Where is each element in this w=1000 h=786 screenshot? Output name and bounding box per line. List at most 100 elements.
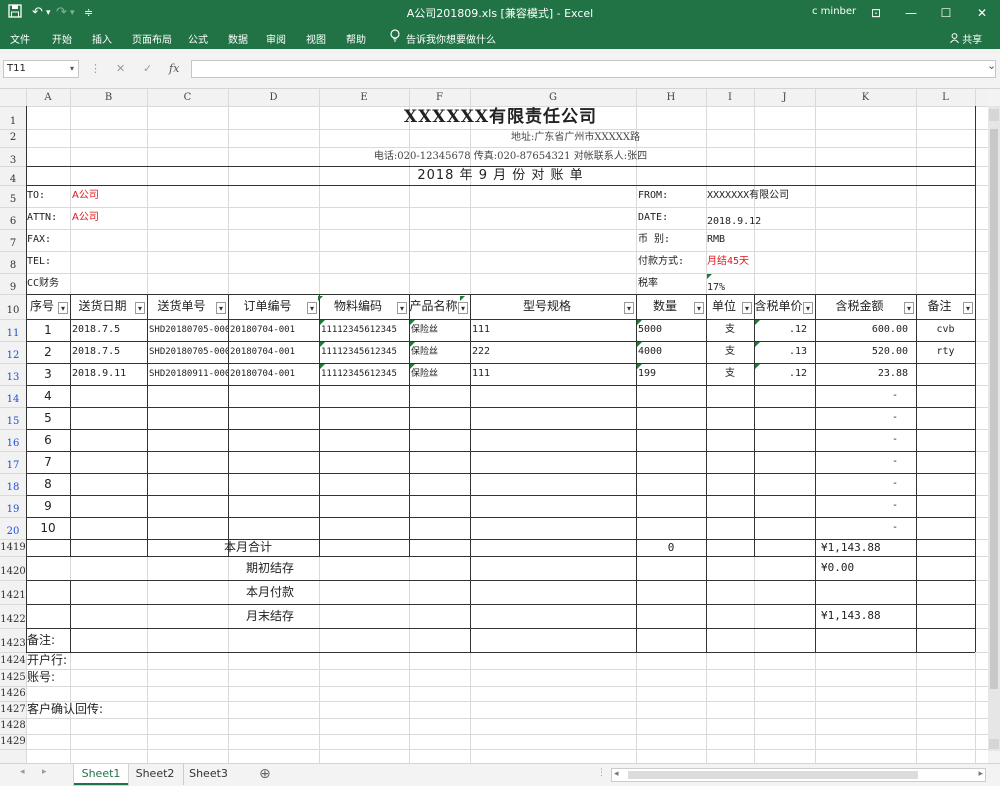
- table-cell-delivery-no[interactable]: SHD20180705-000: [147, 319, 228, 341]
- table-cell-no[interactable]: 4: [26, 385, 70, 407]
- row-header[interactable]: 1429: [0, 734, 26, 749]
- tab-data[interactable]: 数据: [228, 31, 248, 46]
- table-header-cell[interactable]: 备注: [916, 294, 963, 319]
- table-cell-amount[interactable]: -: [815, 451, 916, 473]
- table-cell-spec[interactable]: 111: [470, 363, 636, 385]
- table-header-cell[interactable]: 单位: [706, 294, 742, 319]
- minimize-button[interactable]: —: [901, 3, 921, 23]
- table-cell-amount[interactable]: -: [815, 385, 916, 407]
- row-header[interactable]: 10: [0, 294, 26, 319]
- table-cell-no[interactable]: 10: [26, 517, 70, 539]
- scroll-left-icon[interactable]: ◂: [614, 769, 619, 779]
- sheet-tab-sheet1[interactable]: Sheet1: [74, 764, 128, 785]
- horizontal-scrollbar[interactable]: ◂ ▸: [611, 768, 986, 782]
- row-header[interactable]: 1420: [0, 556, 26, 580]
- table-header-cell[interactable]: 含税单价: [754, 294, 803, 319]
- table-cell-amount[interactable]: 600.00: [815, 319, 916, 341]
- table-cell-unit[interactable]: 支: [706, 363, 754, 385]
- table-cell-no[interactable]: 3: [26, 363, 70, 385]
- filter-button[interactable]: ▾: [742, 302, 752, 314]
- row-header[interactable]: 1425: [0, 669, 26, 686]
- name-box-dropdown-icon[interactable]: ▾: [70, 61, 74, 77]
- table-cell-product[interactable]: 保险丝: [409, 341, 470, 363]
- table-cell-no[interactable]: 2: [26, 341, 70, 363]
- table-cell-order-no[interactable]: 20180704-001: [228, 319, 319, 341]
- row-header[interactable]: 6: [0, 207, 26, 229]
- row-header[interactable]: 11: [0, 319, 26, 341]
- tab-file[interactable]: 文件: [10, 31, 30, 46]
- enter-icon[interactable]: ✓: [143, 62, 152, 75]
- user-name[interactable]: c minber: [812, 6, 856, 17]
- row-header[interactable]: 12: [0, 341, 26, 363]
- table-cell-no[interactable]: 1: [26, 319, 70, 341]
- sheet-prev-icon[interactable]: ◂: [20, 767, 25, 777]
- row-header[interactable]: 18: [0, 473, 26, 495]
- tab-review[interactable]: 审阅: [266, 31, 286, 46]
- sheet-tab-sheet2[interactable]: Sheet2: [130, 764, 180, 785]
- table-cell-qty[interactable]: 4000: [636, 341, 706, 363]
- column-header-f[interactable]: F: [409, 89, 470, 106]
- filter-button[interactable]: ▾: [694, 302, 704, 314]
- ribbon-display-options-icon[interactable]: ⊡: [866, 3, 886, 23]
- insert-function-icon[interactable]: fx: [169, 62, 179, 75]
- row-header[interactable]: 1427: [0, 701, 26, 718]
- splitter-grip[interactable]: ⋮: [597, 768, 606, 778]
- table-cell-amount[interactable]: 23.88: [815, 363, 916, 385]
- column-header-l[interactable]: L: [916, 89, 975, 106]
- row-header[interactable]: 1424: [0, 652, 26, 669]
- table-cell-amount[interactable]: -: [815, 473, 916, 495]
- row-header[interactable]: 15: [0, 407, 26, 429]
- table-cell-remark[interactable]: [916, 363, 975, 385]
- table-cell-price[interactable]: .12: [754, 319, 815, 341]
- table-header-cell[interactable]: 订单编号: [228, 294, 307, 319]
- attn-value[interactable]: A公司: [72, 207, 146, 229]
- tab-home[interactable]: 开始: [52, 31, 72, 46]
- table-cell-amount[interactable]: -: [815, 495, 916, 517]
- table-header-cell[interactable]: 物料编码: [319, 294, 397, 319]
- row-header[interactable]: 3: [0, 147, 26, 166]
- table-cell-remark[interactable]: rty: [916, 341, 975, 363]
- table-cell-no[interactable]: 5: [26, 407, 70, 429]
- table-header-cell[interactable]: 含税金额: [815, 294, 904, 319]
- filter-button[interactable]: ▾: [803, 302, 813, 314]
- table-cell-product[interactable]: 保险丝: [409, 319, 470, 341]
- table-cell-no[interactable]: 8: [26, 473, 70, 495]
- row-header[interactable]: 14: [0, 385, 26, 407]
- column-header-g[interactable]: G: [470, 89, 636, 106]
- column-header-b[interactable]: B: [70, 89, 147, 106]
- row-header[interactable]: 20: [0, 517, 26, 539]
- spreadsheet-grid[interactable]: A B C D E F G H I J K L 1 2 3 4 5 6 7 8 9 10 11 12 13 14 15 16 17 18 1…: [0, 89, 1000, 763]
- table-cell-price[interactable]: .13: [754, 341, 815, 363]
- table-cell-unit[interactable]: 支: [706, 319, 754, 341]
- table-header-cell[interactable]: 型号规格: [470, 294, 624, 319]
- column-header-h[interactable]: H: [636, 89, 706, 106]
- to-value[interactable]: A公司: [72, 185, 146, 207]
- table-cell-spec[interactable]: 111: [470, 319, 636, 341]
- filter-button[interactable]: ▾: [624, 302, 634, 314]
- table-cell-order-no[interactable]: 20180704-001: [228, 341, 319, 363]
- row-header[interactable]: 19: [0, 495, 26, 517]
- cancel-icon[interactable]: ✕: [116, 62, 125, 75]
- expand-formula-bar-icon[interactable]: ⌄: [987, 59, 996, 72]
- table-cell-remark[interactable]: cvb: [916, 319, 975, 341]
- add-sheet-button[interactable]: ⊕: [259, 766, 271, 782]
- table-cell-amount[interactable]: -: [815, 429, 916, 451]
- table-cell-amount[interactable]: -: [815, 407, 916, 429]
- row-header[interactable]: 1428: [0, 718, 26, 734]
- table-cell-material[interactable]: 11112345612345: [319, 341, 409, 363]
- tab-page-layout[interactable]: 页面布局: [132, 31, 172, 46]
- row-header[interactable]: 2: [0, 129, 26, 147]
- table-header-cell[interactable]: 送货单号: [147, 294, 216, 319]
- table-header-cell[interactable]: 数量: [636, 294, 694, 319]
- table-cell-date[interactable]: 2018.7.5: [70, 319, 147, 341]
- tell-me-search[interactable]: 告诉我你想要做什么: [406, 31, 496, 46]
- table-cell-qty[interactable]: 5000: [636, 319, 706, 341]
- month-total-qty[interactable]: 0: [636, 539, 706, 556]
- scroll-thumb[interactable]: [628, 771, 918, 779]
- column-header-e[interactable]: E: [319, 89, 409, 106]
- row-header[interactable]: 1426: [0, 686, 26, 701]
- row-header[interactable]: 5: [0, 185, 26, 207]
- tab-insert[interactable]: 插入: [92, 31, 112, 46]
- table-cell-spec[interactable]: 222: [470, 341, 636, 363]
- row-header[interactable]: 1422: [0, 604, 26, 628]
